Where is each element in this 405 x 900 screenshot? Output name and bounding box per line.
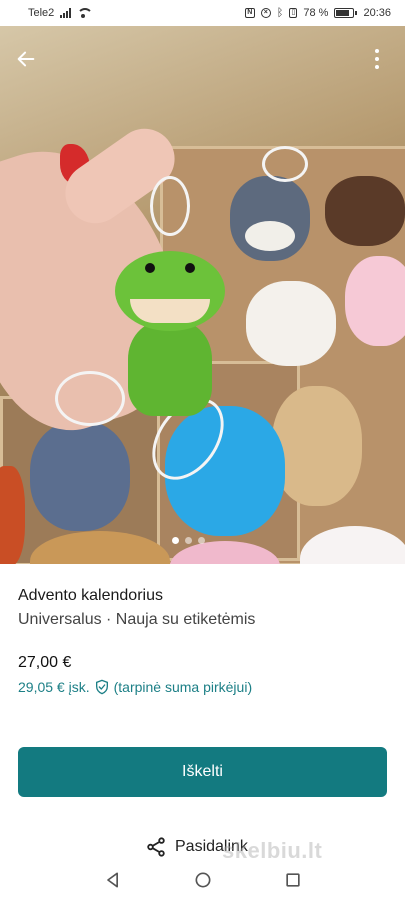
mute-icon: × — [260, 8, 271, 18]
listing-subtitle: Universalus · Nauja su etiketėmis — [18, 611, 256, 628]
photo-dot[interactable] — [185, 537, 192, 544]
share-icon — [145, 836, 167, 858]
bluetooth-icon: ᛒ — [276, 7, 284, 19]
listing-photo[interactable] — [0, 26, 405, 564]
triangle-back-icon — [106, 872, 118, 888]
clock: 20:36 — [363, 7, 391, 19]
system-nav-bar — [0, 860, 405, 900]
photo-dot[interactable] — [198, 537, 205, 544]
photo-dot[interactable] — [172, 537, 179, 544]
circle-home-icon — [195, 872, 210, 888]
photo-leopard — [272, 386, 362, 506]
photo-pig — [345, 256, 405, 346]
photo-donkey-2 — [30, 421, 130, 531]
status-left: Tele2 — [28, 7, 94, 19]
signal-icon — [60, 8, 72, 18]
bump-button[interactable]: Iškelti — [18, 747, 387, 797]
price-total-row[interactable]: 29,05 € įsk. (tarpinė suma pirkėjui) — [18, 679, 252, 695]
more-vertical-icon — [375, 49, 379, 53]
photo-string-loop — [262, 146, 308, 182]
price-note: (tarpinė suma pirkėjui) — [113, 679, 253, 695]
nav-recents-button[interactable] — [283, 870, 303, 890]
nfc-icon: N — [244, 8, 255, 18]
photo-string-loop — [150, 176, 190, 236]
photo-frog — [100, 251, 240, 421]
photo-donkey — [230, 176, 310, 261]
vibrate-icon: ▯ — [289, 8, 298, 18]
carrier-label: Tele2 — [28, 7, 55, 19]
arrow-left-icon — [17, 51, 35, 67]
photo-pagination — [172, 537, 205, 544]
nav-home-button[interactable] — [193, 870, 213, 890]
listing-price: 27,00 € — [18, 654, 72, 671]
battery-percent: 78 % — [303, 7, 329, 19]
shield-check-icon — [94, 679, 110, 695]
wifi-icon — [77, 8, 94, 18]
nav-back-button[interactable] — [103, 870, 123, 890]
photo-cow — [246, 281, 336, 366]
listing-title: Advento kalendorius — [18, 587, 163, 604]
battery-icon — [334, 8, 358, 18]
photo-tiger — [0, 466, 25, 564]
photo-bear — [325, 176, 405, 246]
more-options-button[interactable] — [361, 43, 393, 75]
status-bar: Tele2 N × ᛒ ▯ 78 % 20:36 — [0, 0, 405, 26]
status-right: N × ᛒ ▯ 78 % 20:36 — [244, 7, 391, 19]
back-button[interactable] — [10, 43, 42, 75]
square-recents-icon — [285, 873, 300, 887]
price-total: 29,05 € įsk. — [18, 679, 90, 695]
